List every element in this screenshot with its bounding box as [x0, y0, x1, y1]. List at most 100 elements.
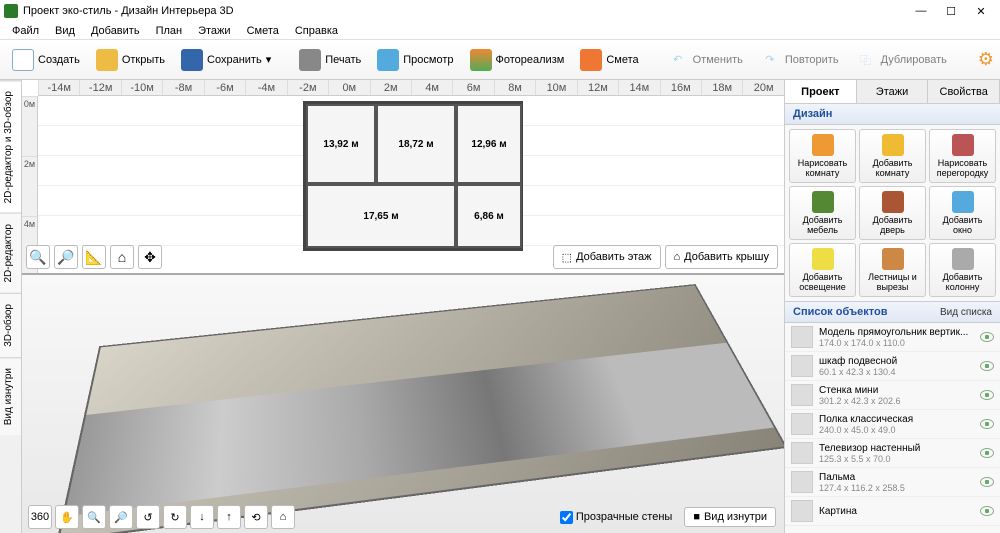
- redo-button[interactable]: ↷Повторить: [753, 46, 845, 74]
- camera-icon: ■: [693, 511, 700, 523]
- tab-properties[interactable]: Свойства: [928, 80, 1000, 103]
- object-item[interactable]: Стенка мини301.2 x 42.3 x 202.6: [785, 381, 1000, 410]
- room[interactable]: 12,96 м: [456, 104, 522, 184]
- pan-button[interactable]: ✋: [55, 505, 79, 529]
- close-button[interactable]: ✕: [974, 4, 988, 18]
- visibility-icon[interactable]: [980, 332, 994, 342]
- create-button[interactable]: Создать: [6, 46, 86, 74]
- measure-button[interactable]: 📐: [82, 245, 106, 269]
- object-item[interactable]: Модель прямоугольник вертик...174.0 x 17…: [785, 323, 1000, 352]
- menu-add[interactable]: Добавить: [83, 23, 148, 39]
- home-button[interactable]: ⌂: [110, 245, 134, 269]
- room[interactable]: 6,86 м: [456, 184, 522, 248]
- design-btn-8[interactable]: Добавить колонну: [929, 243, 996, 297]
- object-item[interactable]: шкаф подвесной60.1 x 42.3 x 130.4: [785, 352, 1000, 381]
- photorealism-button[interactable]: Фотореализм: [464, 46, 571, 74]
- object-item[interactable]: Пальма127.4 x 116.2 x 258.5: [785, 468, 1000, 497]
- object-thumb: [791, 471, 813, 493]
- design-icon: [882, 134, 904, 156]
- rotate-left-button[interactable]: ↺: [136, 505, 160, 529]
- undo-button[interactable]: ↶Отменить: [661, 46, 749, 74]
- duplicate-button[interactable]: ⿻Дублировать: [849, 46, 953, 74]
- design-btn-4[interactable]: Добавить дверь: [859, 186, 926, 240]
- visibility-icon[interactable]: [980, 506, 994, 516]
- design-btn-1[interactable]: Добавить комнату: [859, 129, 926, 183]
- maximize-button[interactable]: ☐: [944, 4, 958, 18]
- orbit-button[interactable]: 360: [28, 505, 52, 529]
- room[interactable]: 17,65 м: [306, 184, 456, 248]
- zoom-out-3d-button[interactable]: 🔍: [82, 505, 106, 529]
- menu-floors[interactable]: Этажи: [190, 23, 238, 39]
- render-tools: 360 ✋ 🔍 🔎 ↺ ↻ ↓ ↑ ⟲ ⌂: [28, 505, 295, 529]
- object-list[interactable]: Модель прямоугольник вертик...174.0 x 17…: [785, 323, 1000, 533]
- tab-project[interactable]: Проект: [785, 80, 857, 103]
- tab-2d-3d[interactable]: 2D-редактор и 3D-обзор: [0, 80, 21, 213]
- settings-button[interactable]: ⚙: [969, 46, 1000, 74]
- move-button[interactable]: ✥: [138, 245, 162, 269]
- tab-inside[interactable]: Вид изнутри: [0, 357, 21, 435]
- object-item[interactable]: Телевизор настенный125.3 x 5.5 x 70.0: [785, 439, 1000, 468]
- menu-estimate[interactable]: Смета: [239, 23, 287, 39]
- design-icon: [812, 248, 834, 270]
- visibility-icon[interactable]: [980, 448, 994, 458]
- tab-2d[interactable]: 2D-редактор: [0, 213, 21, 293]
- menubar: Файл Вид Добавить План Этажи Смета Справ…: [0, 22, 1000, 40]
- design-icon: [952, 248, 974, 270]
- visibility-icon[interactable]: [980, 419, 994, 429]
- visibility-icon[interactable]: [980, 477, 994, 487]
- zoom-in-3d-button[interactable]: 🔎: [109, 505, 133, 529]
- inside-view-button[interactable]: ■Вид изнутри: [684, 507, 776, 527]
- minimize-button[interactable]: —: [914, 4, 928, 18]
- reset-view-button[interactable]: ⟲: [244, 505, 268, 529]
- app-icon: [4, 4, 18, 18]
- design-icon: [882, 248, 904, 270]
- object-thumb: [791, 500, 813, 522]
- visibility-icon[interactable]: [980, 390, 994, 400]
- floorplan[interactable]: 13,92 м18,72 м12,96 м17,65 м6,86 м: [303, 101, 523, 251]
- object-thumb: [791, 442, 813, 464]
- object-thumb: [791, 384, 813, 406]
- tilt-down-button[interactable]: ↓: [190, 505, 214, 529]
- design-btn-6[interactable]: Добавить освещение: [789, 243, 856, 297]
- design-btn-2[interactable]: Нарисовать перегородку: [929, 129, 996, 183]
- render-view[interactable]: 360 ✋ 🔍 🔎 ↺ ↻ ↓ ↑ ⟲ ⌂ Прозрачные стены ■…: [22, 275, 784, 533]
- menu-help[interactable]: Справка: [287, 23, 346, 39]
- add-roof-button[interactable]: ⌂Добавить крышу: [665, 245, 779, 269]
- zoom-in-button[interactable]: 🔎: [54, 245, 78, 269]
- save-button[interactable]: Сохранить▾: [175, 46, 277, 74]
- transparent-walls-checkbox[interactable]: Прозрачные стены: [560, 511, 672, 524]
- plan-view[interactable]: -14м-12м-10м-8м-6м-4м-2м0м2м4м6м8м10м12м…: [22, 80, 784, 275]
- left-tabs: 2D-редактор и 3D-обзор 2D-редактор 3D-об…: [0, 80, 22, 533]
- design-btn-3[interactable]: Добавить мебель: [789, 186, 856, 240]
- design-icon: [952, 134, 974, 156]
- object-view-mode[interactable]: Вид списка: [940, 307, 992, 318]
- tab-floors[interactable]: Этажи: [857, 80, 929, 103]
- menu-plan[interactable]: План: [148, 23, 191, 39]
- tilt-up-button[interactable]: ↑: [217, 505, 241, 529]
- window-title: Проект эко-стиль - Дизайн Интерьера 3D: [23, 5, 914, 17]
- rotate-right-button[interactable]: ↻: [163, 505, 187, 529]
- object-item[interactable]: Картина: [785, 497, 1000, 526]
- tab-3d[interactable]: 3D-обзор: [0, 293, 21, 357]
- menu-file[interactable]: Файл: [4, 23, 47, 39]
- print-button[interactable]: Печать: [293, 46, 367, 74]
- object-item[interactable]: Полка классическая240.0 x 45.0 x 49.0: [785, 410, 1000, 439]
- visibility-icon[interactable]: [980, 361, 994, 371]
- home-3d-button[interactable]: ⌂: [271, 505, 295, 529]
- chevron-down-icon: ▾: [266, 53, 272, 66]
- open-button[interactable]: Открыть: [90, 46, 171, 74]
- zoom-out-button[interactable]: 🔍: [26, 245, 50, 269]
- design-icon: [812, 134, 834, 156]
- design-btn-0[interactable]: Нарисовать комнату: [789, 129, 856, 183]
- room[interactable]: 13,92 м: [306, 104, 376, 184]
- gear-icon: ⚙: [975, 49, 997, 71]
- design-btn-5[interactable]: Добавить окно: [929, 186, 996, 240]
- render-3d-scene[interactable]: [56, 284, 784, 533]
- design-btn-7[interactable]: Лестницы и вырезы: [859, 243, 926, 297]
- ruler-horizontal: -14м-12м-10м-8м-6м-4м-2м0м2м4м6м8м10м12м…: [38, 80, 784, 96]
- menu-view[interactable]: Вид: [47, 23, 83, 39]
- estimate-button[interactable]: Смета: [574, 46, 644, 74]
- room[interactable]: 18,72 м: [376, 104, 456, 184]
- preview-button[interactable]: Просмотр: [371, 46, 459, 74]
- add-floor-button[interactable]: ⬚Добавить этаж: [553, 245, 661, 269]
